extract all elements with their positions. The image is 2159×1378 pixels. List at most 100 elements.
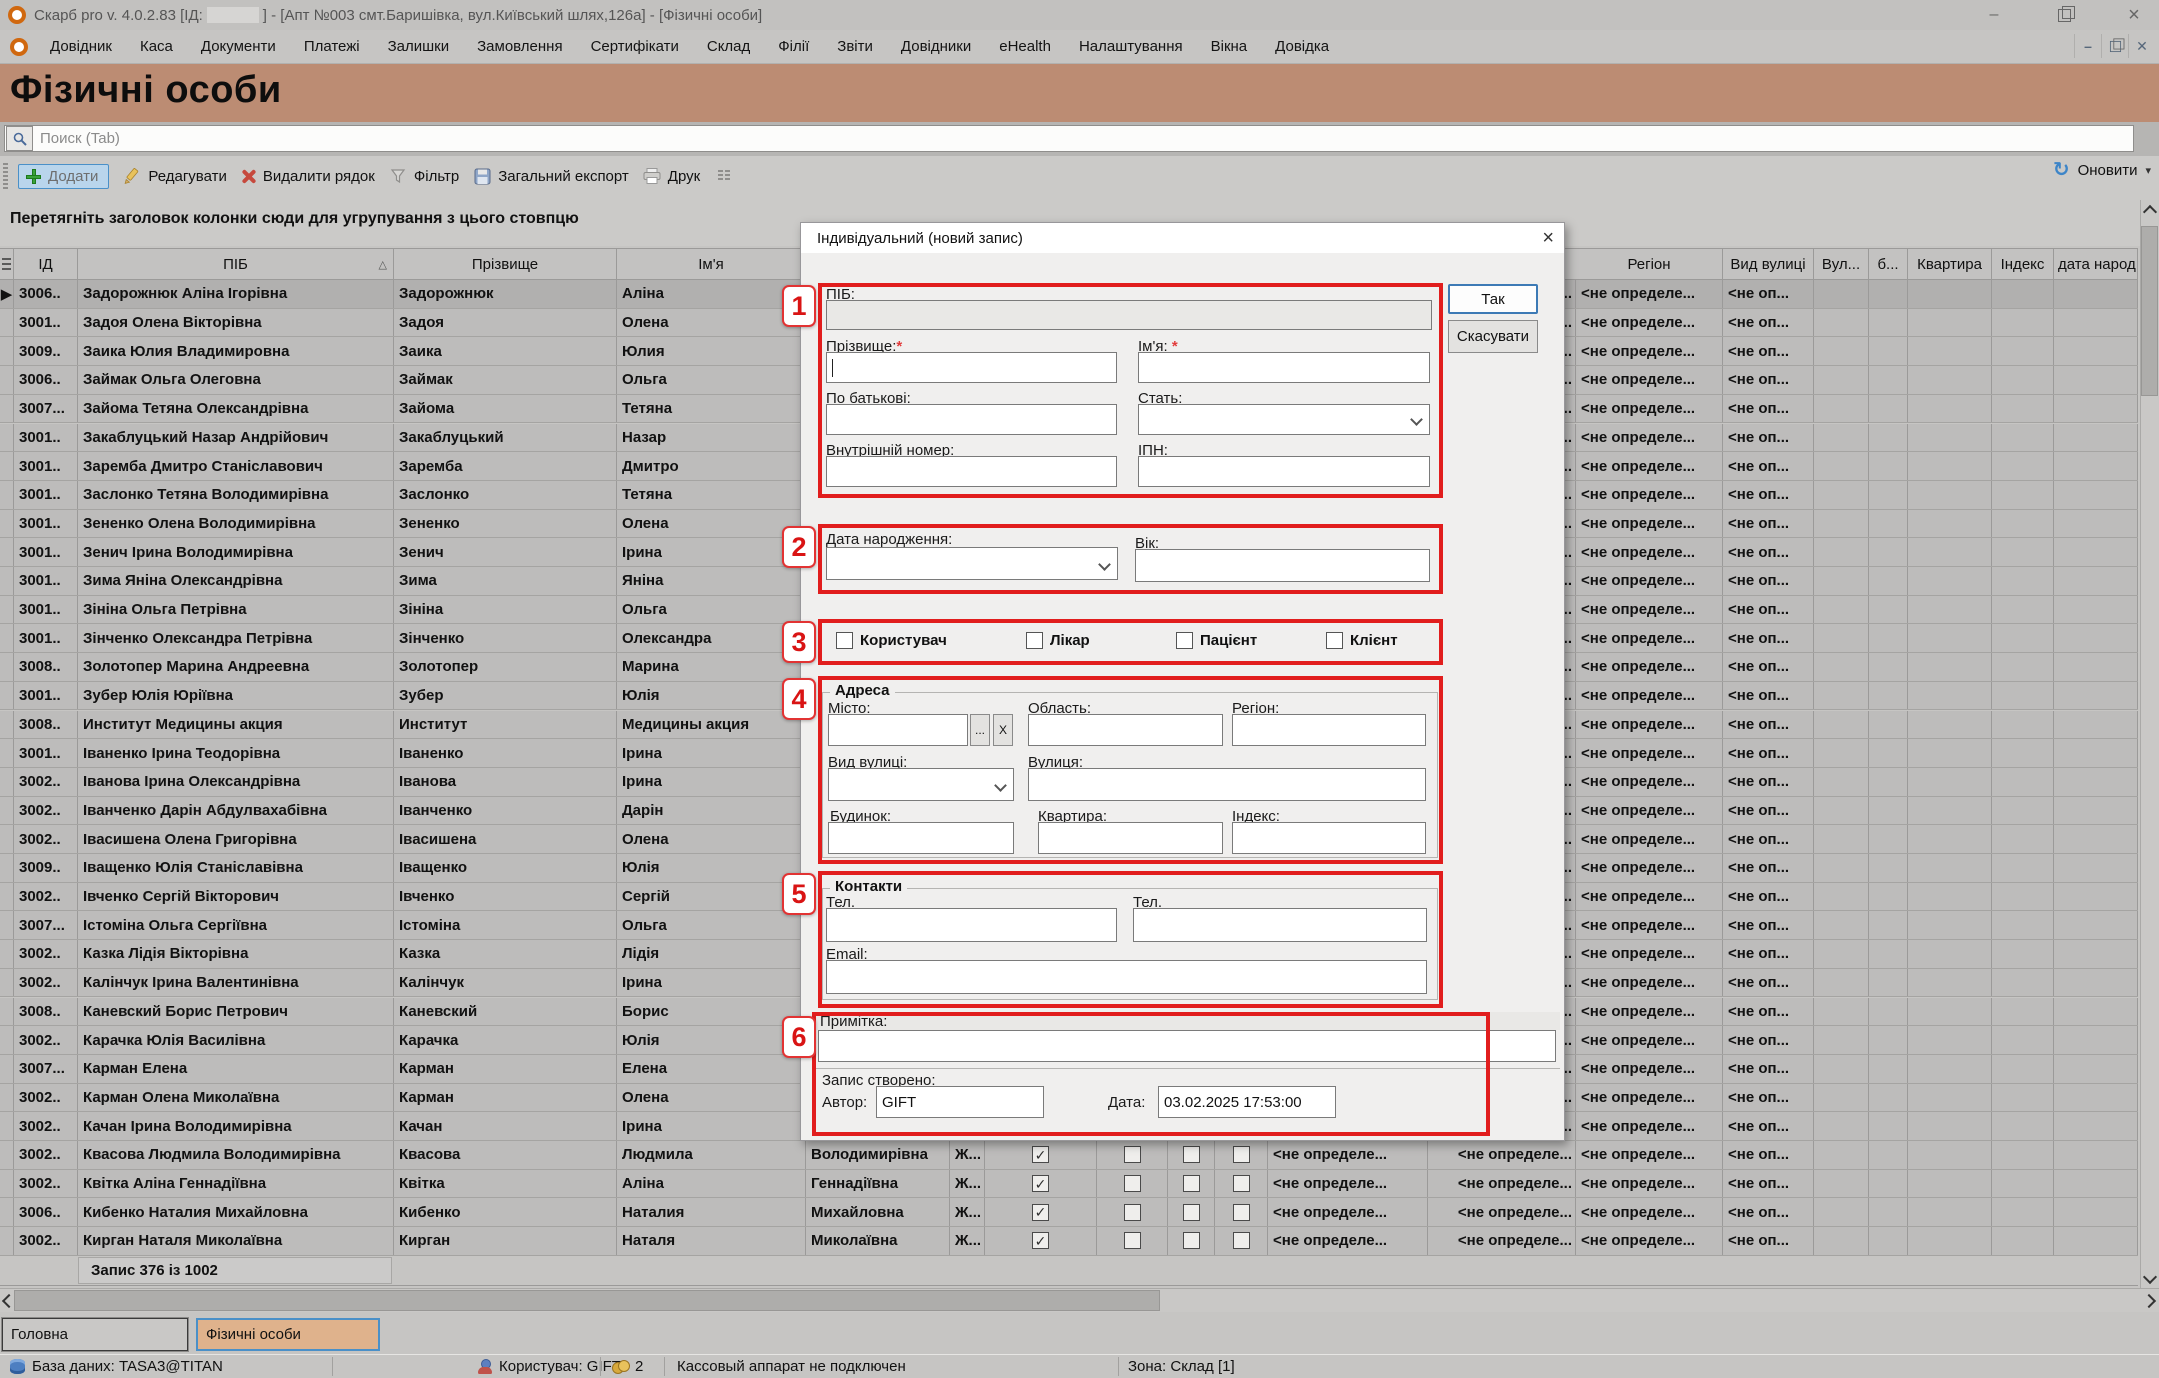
menu-item-ehealth[interactable]: eHealth: [985, 38, 1065, 55]
column-header-vul[interactable]: Вул...: [1814, 249, 1869, 279]
cell-street-type: <не оп...: [1723, 309, 1814, 337]
menu-item-залишки[interactable]: Залишки: [374, 38, 464, 55]
minimize-button[interactable]: –: [1983, 6, 2005, 24]
tab-home[interactable]: Головна: [2, 1318, 188, 1351]
checkbox-unchecked-icon[interactable]: [1124, 1232, 1141, 1249]
checkbox-unchecked-icon[interactable]: [1233, 1232, 1250, 1249]
mdi-restore-button[interactable]: [2101, 34, 2128, 58]
checkbox-unchecked-icon[interactable]: [1183, 1175, 1200, 1192]
table-row[interactable]: 3002..Квітка Аліна ГеннадіївнаКвіткаАлін…: [0, 1170, 2138, 1199]
cell-id: 3001..: [14, 538, 78, 566]
dialog-close-button[interactable]: ×: [1542, 228, 1554, 248]
column-header-kvart[interactable]: Квартира: [1908, 249, 1992, 279]
column-header-region[interactable]: Регіон: [1576, 249, 1723, 279]
restore-button[interactable]: [2053, 6, 2075, 24]
menu-item-платежі[interactable]: Платежі: [290, 38, 374, 55]
refresh-button[interactable]: ↻ Оновити ▾: [2053, 160, 2151, 180]
checkbox-unchecked-icon[interactable]: [1183, 1232, 1200, 1249]
cell-fio: Кибенко Наталия Михайловна: [78, 1198, 394, 1226]
cell-flag[interactable]: ✓: [985, 1198, 1097, 1226]
checkbox-checked-icon[interactable]: ✓: [1032, 1146, 1049, 1163]
column-header-dnar[interactable]: дата народ: [2054, 249, 2138, 279]
filter-button[interactable]: Фільтр: [389, 167, 459, 185]
checkbox-unchecked-icon[interactable]: [1124, 1146, 1141, 1163]
scroll-down-icon[interactable]: [2143, 1270, 2157, 1286]
horizontal-scrollbar-thumb[interactable]: [14, 1290, 1160, 1311]
ok-button[interactable]: Так: [1448, 284, 1538, 314]
column-header-id[interactable]: ІД: [14, 249, 78, 279]
cancel-button[interactable]: Скасувати: [1448, 320, 1538, 353]
menu-item-довідка[interactable]: Довідка: [1261, 38, 1343, 55]
checkbox-checked-icon[interactable]: ✓: [1032, 1204, 1049, 1221]
table-row[interactable]: 3006..Кибенко Наталия МихайловнаКибенкоН…: [0, 1198, 2138, 1227]
table-row[interactable]: 3002..Квасова Людмила ВолодимирівнаКвасо…: [0, 1141, 2138, 1170]
vertical-scrollbar-thumb[interactable]: [2141, 226, 2158, 396]
cell-flag[interactable]: [1097, 1170, 1168, 1198]
checkbox-checked-icon[interactable]: ✓: [1032, 1175, 1049, 1192]
cell-name: Ольга: [617, 366, 806, 394]
refresh-caret-icon[interactable]: ▾: [2145, 164, 2151, 177]
mdi-minimize-button[interactable]: –: [2074, 34, 2101, 58]
toolbar-grip[interactable]: [3, 163, 8, 189]
cell-flag[interactable]: [1168, 1198, 1215, 1226]
cell-flag[interactable]: [1215, 1170, 1268, 1198]
tab-persons-active[interactable]: Фізичні особи: [196, 1318, 380, 1351]
mdi-close-button[interactable]: ✕: [2128, 34, 2155, 58]
dialog-title-bar[interactable]: Індивідуальний (новий запис) ×: [801, 223, 1564, 253]
cell-region: <не определе...: [1576, 624, 1723, 652]
checkbox-unchecked-icon[interactable]: [1233, 1146, 1250, 1163]
menu-item-каса[interactable]: Каса: [126, 38, 187, 55]
delete-row-button[interactable]: Видалити рядок: [241, 168, 375, 185]
column-header-bld[interactable]: б...: [1869, 249, 1908, 279]
checkbox-checked-icon[interactable]: ✓: [1032, 1232, 1049, 1249]
menu-item-налаштування[interactable]: Налаштування: [1065, 38, 1197, 55]
export-button[interactable]: Загальний експорт: [473, 167, 629, 185]
search-input[interactable]: Поиск (Tab): [4, 125, 2134, 152]
column-header-surname[interactable]: Прізвище: [394, 249, 617, 279]
search-icon[interactable]: [6, 126, 33, 151]
scroll-up-icon[interactable]: [2143, 202, 2157, 218]
print-button[interactable]: Друк: [643, 167, 700, 185]
checkbox-unchecked-icon[interactable]: [1233, 1175, 1250, 1192]
menu-item-склад[interactable]: Склад: [693, 38, 764, 55]
edit-button[interactable]: Редагувати: [123, 167, 227, 185]
column-header-name[interactable]: Ім'я: [617, 249, 806, 279]
checkbox-unchecked-icon[interactable]: [1233, 1204, 1250, 1221]
menu-item-довідник[interactable]: Довідник: [36, 38, 126, 55]
columns-icon[interactable]: [716, 167, 734, 185]
checkbox-unchecked-icon[interactable]: [1124, 1204, 1141, 1221]
cell-flag[interactable]: [1168, 1141, 1215, 1169]
cell-flag[interactable]: [1215, 1141, 1268, 1169]
cell-flag[interactable]: [1097, 1198, 1168, 1226]
cell-flag[interactable]: ✓: [985, 1170, 1097, 1198]
column-header-vidvul[interactable]: Вид вулиці: [1723, 249, 1814, 279]
menu-item-філії[interactable]: Філії: [764, 38, 823, 55]
column-header-indx[interactable]: Індекс: [1992, 249, 2054, 279]
checkbox-unchecked-icon[interactable]: [1124, 1175, 1141, 1192]
column-header-fio[interactable]: ПІБ△: [78, 249, 394, 279]
cell-dnar-empty: [2054, 395, 2138, 423]
cell-flag[interactable]: [1097, 1227, 1168, 1255]
menu-item-вікна[interactable]: Вікна: [1197, 38, 1262, 55]
cell-flag[interactable]: [1168, 1227, 1215, 1255]
cell-flag[interactable]: [1097, 1141, 1168, 1169]
menu-item-звіти[interactable]: Звіти: [823, 38, 887, 55]
cell-flag[interactable]: [1215, 1198, 1268, 1226]
checkbox-unchecked-icon[interactable]: [1183, 1146, 1200, 1163]
checkbox-unchecked-icon[interactable]: [1183, 1204, 1200, 1221]
cell-flag[interactable]: [1215, 1227, 1268, 1255]
table-row[interactable]: 3002..Кирган Наталя МиколаївнаКирганНата…: [0, 1227, 2138, 1256]
scroll-right-icon[interactable]: [2142, 1292, 2159, 1310]
scroll-left-icon[interactable]: [0, 1292, 14, 1310]
cell-name: Юлія: [617, 682, 806, 710]
cell-flag[interactable]: [1168, 1170, 1215, 1198]
cell-flag[interactable]: ✓: [985, 1141, 1097, 1169]
cell-flag[interactable]: ✓: [985, 1227, 1097, 1255]
column-header-gutter[interactable]: [0, 249, 14, 279]
menu-item-документи[interactable]: Документи: [187, 38, 290, 55]
add-button[interactable]: Додати: [18, 164, 109, 189]
menu-item-довідники[interactable]: Довідники: [887, 38, 985, 55]
menu-item-сертифікати[interactable]: Сертифікати: [577, 38, 693, 55]
menu-item-замовлення[interactable]: Замовлення: [463, 38, 576, 55]
close-button[interactable]: ×: [2123, 6, 2145, 24]
